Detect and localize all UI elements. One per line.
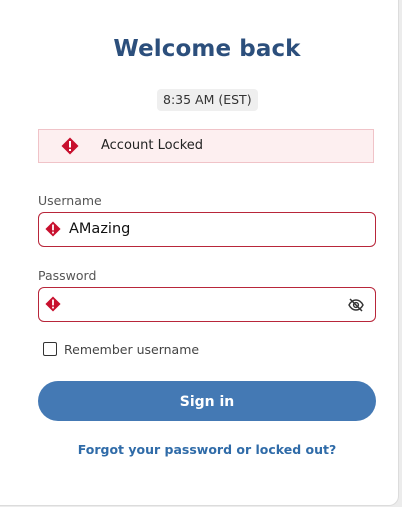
username-label: Username [38,193,102,208]
eye-slash-icon[interactable] [348,297,364,312]
sign-in-button[interactable]: Sign in [38,381,376,421]
remember-label: Remember username [64,342,200,357]
forgot-password-link[interactable]: Forgot your password or locked out? [0,442,402,457]
page-title: Welcome back [113,36,301,62]
error-diamond-icon [45,221,61,237]
remember-checkbox[interactable] [43,342,57,356]
username-value: AMazing [69,221,131,237]
account-locked-alert: Account Locked [38,129,374,163]
password-field[interactable] [38,287,376,322]
time-badge: 8:35 AM (EST) [157,89,258,111]
password-label: Password [38,268,97,283]
alert-message: Account Locked [101,138,204,153]
username-field[interactable]: AMazing [38,212,376,247]
error-diamond-icon [61,137,79,155]
login-card: Welcome back 8:35 AM (EST) Account Locke… [0,0,399,506]
error-diamond-icon [45,296,61,312]
